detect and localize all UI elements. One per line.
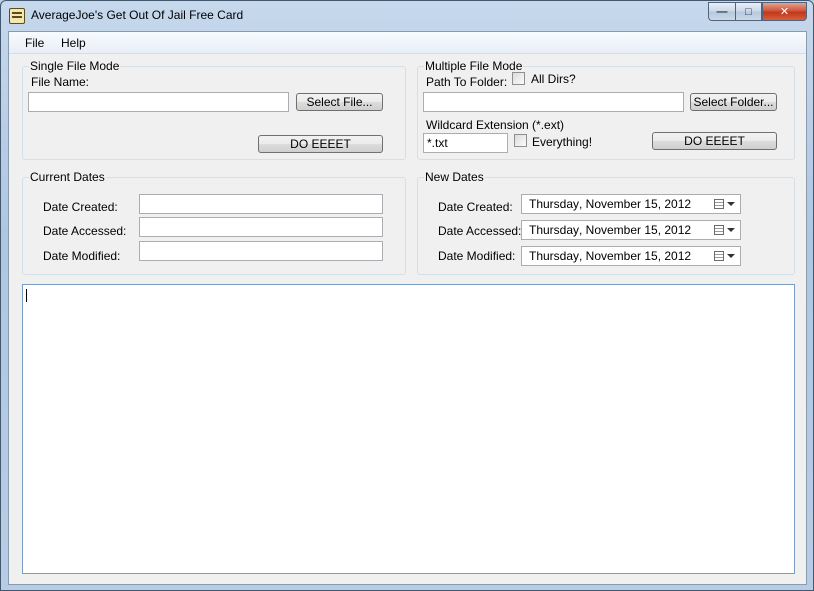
maximize-button[interactable]: □ — [735, 2, 762, 21]
chevron-down-icon[interactable] — [727, 202, 735, 206]
new-date-modified-day: Thursday — [529, 249, 580, 263]
app-card-icon — [9, 8, 25, 24]
single-do-eeeet-button[interactable]: DO EEEET — [258, 135, 383, 153]
app-window: AverageJoe's Get Out Of Jail Free Card —… — [0, 0, 814, 591]
current-date-created-field[interactable] — [139, 194, 383, 214]
everything-checkbox[interactable] — [514, 134, 527, 147]
new-date-modified-label: Date Modified: — [438, 249, 516, 263]
menu-file[interactable]: File — [25, 36, 44, 50]
new-dates-group: New Dates Date Created: Thursday , Novem… — [417, 171, 795, 275]
multiple-file-group: Multiple File Mode Path To Folder: All D… — [417, 60, 795, 160]
new-dates-group-label: New Dates — [424, 170, 485, 184]
multiple-do-eeeet-button[interactable]: DO EEEET — [652, 132, 777, 150]
minimize-icon: — — [716, 5, 728, 18]
all-dirs-checkbox[interactable] — [512, 72, 525, 85]
current-dates-group: Current Dates Date Created: Date Accesse… — [22, 171, 406, 275]
caption-buttons: — □ ✕ — [708, 2, 807, 21]
path-to-folder-input[interactable] — [423, 92, 684, 112]
title-bar[interactable]: AverageJoe's Get Out Of Jail Free Card —… — [1, 1, 813, 31]
everything-label: Everything! — [532, 135, 593, 149]
new-date-accessed-date: , November 15, 2012 — [579, 223, 692, 237]
multiple-file-group-label: Multiple File Mode — [424, 59, 524, 73]
minimize-button[interactable]: — — [708, 2, 735, 21]
current-date-modified-label: Date Modified: — [43, 249, 121, 263]
file-name-label: File Name: — [31, 75, 90, 89]
close-icon: ✕ — [779, 6, 790, 18]
new-date-created-picker[interactable]: Thursday , November 15, 2012 — [521, 194, 741, 214]
chevron-down-icon[interactable] — [727, 228, 735, 232]
select-file-button[interactable]: Select File... — [296, 93, 383, 111]
select-folder-button[interactable]: Select Folder... — [690, 93, 777, 111]
new-date-created-date: , November 15, 2012 — [579, 197, 692, 211]
wildcard-extension-input[interactable]: *.txt — [423, 133, 508, 153]
new-date-accessed-picker[interactable]: Thursday , November 15, 2012 — [521, 220, 741, 240]
calendar-icon — [714, 225, 724, 235]
text-caret — [26, 289, 27, 302]
new-date-modified-date: , November 15, 2012 — [579, 249, 692, 263]
new-date-created-label: Date Created: — [438, 200, 513, 214]
menu-help[interactable]: Help — [61, 36, 86, 50]
close-button[interactable]: ✕ — [762, 2, 807, 21]
chevron-down-icon[interactable] — [727, 254, 735, 258]
path-to-folder-label: Path To Folder: — [426, 75, 508, 89]
calendar-icon — [714, 199, 724, 209]
wildcard-extension-label: Wildcard Extension (*.ext) — [426, 118, 565, 132]
current-dates-group-label: Current Dates — [29, 170, 106, 184]
calendar-icon — [714, 251, 724, 261]
single-file-group: Single File Mode File Name: Select File.… — [22, 60, 406, 160]
new-date-created-day: Thursday — [529, 197, 580, 211]
menu-bar: File Help — [9, 32, 806, 54]
current-date-modified-field[interactable] — [139, 241, 383, 261]
maximize-icon: □ — [745, 5, 752, 18]
current-date-accessed-label: Date Accessed: — [43, 224, 127, 238]
all-dirs-label: All Dirs? — [531, 72, 576, 86]
new-date-accessed-label: Date Accessed: — [438, 224, 522, 238]
current-date-created-label: Date Created: — [43, 200, 118, 214]
window-title: AverageJoe's Get Out Of Jail Free Card — [31, 8, 244, 22]
current-date-accessed-field[interactable] — [139, 217, 383, 237]
file-name-input[interactable] — [28, 92, 289, 112]
client-area: File Help Single File Mode File Name: Se… — [8, 31, 807, 585]
output-log-textarea[interactable] — [22, 284, 795, 574]
new-date-modified-picker[interactable]: Thursday , November 15, 2012 — [521, 246, 741, 266]
single-file-group-label: Single File Mode — [29, 59, 121, 73]
new-date-accessed-day: Thursday — [529, 223, 580, 237]
